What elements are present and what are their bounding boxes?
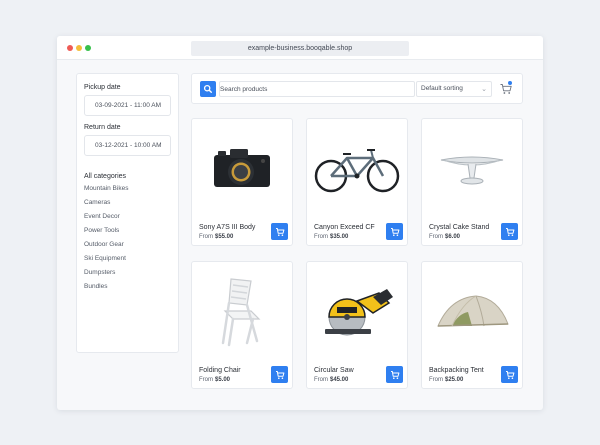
add-to-cart-button[interactable] [271,366,288,383]
product-name[interactable]: Canyon Exceed CF [314,224,375,231]
add-to-cart-button[interactable] [271,223,288,240]
pickup-date-field[interactable]: 03-09-2021 - 11:00 AM [84,95,171,116]
product-name[interactable]: Crystal Cake Stand [429,224,489,231]
product-card[interactable]: Circular Saw From $45.00 [306,261,408,389]
sort-select[interactable]: Default sorting ⌄ [416,81,492,97]
product-image[interactable] [422,262,522,360]
search-icon [203,84,213,94]
sort-value: Default sorting [421,85,463,92]
chair-icon [221,278,261,347]
product-card[interactable]: Backpacking Tent From $25.00 [421,261,523,389]
filter-sidebar: Pickup date 03-09-2021 - 11:00 AM Return… [76,73,179,353]
product-name[interactable]: Circular Saw [314,367,354,374]
product-name[interactable]: Folding Chair [199,367,241,374]
address-bar[interactable]: example-business.booqable.shop [191,41,409,56]
maximize-window-dot[interactable] [85,45,91,51]
add-to-cart-button[interactable] [386,366,403,383]
product-price: From $55.00 [199,234,234,240]
browser-window: example-business.booqable.shop Pickup da… [57,36,543,410]
tent-icon [437,295,509,327]
cart-icon [390,227,399,236]
product-price: From $5.00 [199,377,231,383]
cart-badge [508,81,512,85]
product-card[interactable]: Sony A7S III Body From $55.00 [191,118,293,246]
pickup-date-label: Pickup date [84,84,121,91]
product-name[interactable]: Sony A7S III Body [199,224,255,231]
browser-titlebar: example-business.booqable.shop [57,36,543,60]
category-cameras[interactable]: Cameras [84,196,128,210]
camera-icon [214,149,270,187]
minimize-window-dot[interactable] [76,45,82,51]
cart-icon [505,227,514,236]
chevron-down-icon: ⌄ [481,86,487,93]
product-price: From $25.00 [429,377,464,383]
product-name[interactable]: Backpacking Tent [429,367,484,374]
category-list: Mountain Bikes Cameras Event Decor Power… [84,182,128,294]
bicycle-icon [314,149,400,193]
cart-icon [275,370,284,379]
return-date-label: Return date [84,124,121,131]
product-card[interactable]: Crystal Cake Stand From $6.00 [421,118,523,246]
saw-icon [325,289,393,336]
add-to-cart-button[interactable] [501,366,518,383]
category-outdoor-gear[interactable]: Outdoor Gear [84,238,128,252]
close-window-dot[interactable] [67,45,73,51]
category-power-tools[interactable]: Power Tools [84,224,128,238]
add-to-cart-button[interactable] [386,223,403,240]
add-to-cart-button[interactable] [501,223,518,240]
search-button[interactable] [200,81,216,97]
product-price: From $45.00 [314,377,349,383]
categories-title[interactable]: All categories [84,173,126,180]
product-card[interactable]: Folding Chair From $5.00 [191,261,293,389]
product-image[interactable] [192,262,292,360]
return-date-field[interactable]: 03-12-2021 - 10:00 AM [84,135,171,156]
product-image[interactable] [307,119,407,217]
category-event-decor[interactable]: Event Decor [84,210,128,224]
category-dumpsters[interactable]: Dumpsters [84,266,128,280]
product-image[interactable] [307,262,407,360]
product-card[interactable]: Canyon Exceed CF From $35.00 [306,118,408,246]
product-toolbar: Default sorting ⌄ [191,73,523,104]
cart-icon [390,370,399,379]
cart-button[interactable] [499,81,513,96]
cart-icon [275,227,284,236]
category-bundles[interactable]: Bundles [84,280,128,294]
search-input[interactable] [219,81,415,97]
product-price: From $6.00 [429,234,461,240]
category-mountain-bikes[interactable]: Mountain Bikes [84,182,128,196]
product-price: From $35.00 [314,234,349,240]
product-image[interactable] [422,119,522,217]
cake-stand-icon [440,156,504,185]
category-ski-equipment[interactable]: Ski Equipment [84,252,128,266]
cart-icon [505,370,514,379]
product-image[interactable] [192,119,292,217]
